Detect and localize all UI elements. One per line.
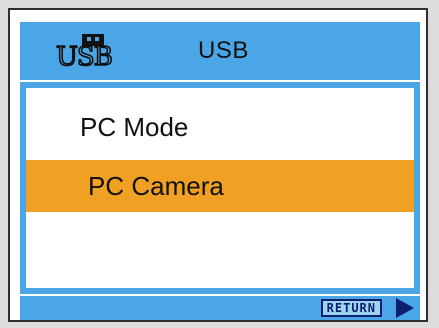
header-title: USB bbox=[198, 37, 249, 64]
menu-footer: RETURN bbox=[20, 296, 420, 320]
menu-header: USB USB bbox=[20, 22, 420, 80]
svg-text:USB: USB bbox=[56, 42, 112, 70]
menu-panel: PC Mode PC Camera bbox=[20, 82, 420, 294]
menu-item-pc-mode[interactable]: PC Mode bbox=[26, 101, 414, 153]
play-arrow-icon[interactable] bbox=[396, 298, 414, 318]
menu-item-pc-camera[interactable]: PC Camera bbox=[26, 160, 414, 212]
return-button[interactable]: RETURN bbox=[320, 299, 382, 317]
usb-icon: USB bbox=[55, 34, 114, 70]
camera-screen: USB USB PC Mode PC Camera RETURN bbox=[8, 8, 428, 322]
